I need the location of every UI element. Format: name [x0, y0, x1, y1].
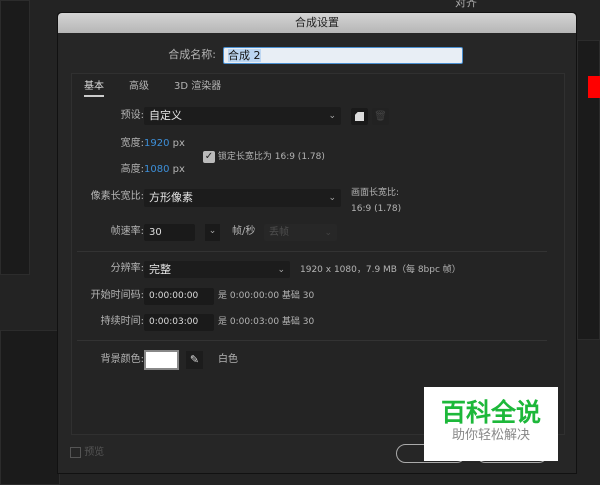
- comp-name-input[interactable]: 合成 2: [223, 47, 463, 64]
- bg-color-swatch[interactable]: [144, 350, 179, 370]
- save-preset-icon[interactable]: [351, 108, 368, 125]
- duration-label: 持续时间:: [100, 316, 144, 327]
- height-field[interactable]: 1080 px: [144, 163, 185, 177]
- resolution-label: 分辨率:: [110, 263, 144, 274]
- resolution-info: 1920 x 1080，7.9 MB（每 8bpc 帧）: [300, 265, 461, 275]
- comp-name-value: 合成 2: [228, 49, 261, 62]
- watermark-title: 百科全说: [440, 398, 541, 427]
- timeline-panel: [0, 330, 60, 485]
- frame-rate-dropdown[interactable]: ⌄: [205, 224, 220, 241]
- tab-3d-renderer[interactable]: 3D 渲染器: [174, 80, 221, 94]
- tab-basic[interactable]: 基本: [84, 80, 104, 97]
- drop-frame-value: 丢帧: [269, 227, 289, 238]
- resolution-select[interactable]: 完整 ⌄: [144, 261, 290, 278]
- height-unit: px: [172, 164, 185, 175]
- drop-frame-select: 丢帧 ⌄: [264, 224, 337, 241]
- tab-advanced[interactable]: 高级: [129, 80, 149, 94]
- frame-aspect-label: 画面长宽比:: [351, 188, 400, 198]
- chevron-down-icon: ⌄: [324, 228, 332, 238]
- preset-value: 自定义: [149, 109, 182, 122]
- pixel-aspect-select[interactable]: 方形像素 ⌄: [144, 189, 341, 207]
- delete-preset-icon[interactable]: 🗑: [372, 108, 389, 125]
- chevron-down-icon: ⌄: [328, 111, 336, 121]
- watermark: 百科全说 助你轻松解决: [424, 387, 558, 461]
- start-timecode-input[interactable]: 0:00:00:00: [144, 288, 214, 305]
- divider: [77, 340, 547, 341]
- bg-color-label: 背景颜色:: [100, 354, 144, 365]
- frame-rate-input[interactable]: 30: [144, 224, 195, 241]
- dialog-title: 合成设置: [58, 13, 576, 33]
- width-field[interactable]: 1920 px: [144, 137, 185, 151]
- comp-name-label: 合成名称:: [168, 48, 216, 61]
- settings-panel: 基本 高级 3D 渲染器 预设: 自定义 ⌄ 🗑 宽度: 1920 px 高度: …: [71, 73, 565, 435]
- watermark-subtitle: 助你轻松解决: [451, 428, 530, 443]
- bg-color-name: 白色: [218, 354, 238, 365]
- pixel-aspect-label: 像素长宽比:: [90, 191, 144, 202]
- divider: [77, 251, 547, 252]
- width-value[interactable]: 1920: [144, 138, 169, 149]
- start-timecode-info: 是 0:00:00:00 基础 30: [218, 291, 315, 301]
- lock-aspect-label: 锁定长宽比为 16:9 (1.78): [217, 152, 325, 162]
- resolution-value: 完整: [149, 263, 171, 276]
- chevron-down-icon: ⌄: [328, 193, 336, 203]
- pixel-aspect-value: 方形像素: [149, 191, 193, 204]
- checkbox-icon: [70, 446, 81, 458]
- duration-info: 是 0:00:03:00 基础 30: [218, 317, 315, 327]
- align-panel-title: 对齐: [455, 0, 477, 9]
- eyedropper-icon[interactable]: ✎: [186, 351, 203, 369]
- width-unit: px: [172, 138, 185, 149]
- preview-label: 预览: [84, 447, 105, 458]
- left-panel: [0, 0, 30, 275]
- lock-aspect-checkbox[interactable]: ✓ 锁定长宽比为 16:9 (1.78): [203, 150, 325, 164]
- preset-select[interactable]: 自定义 ⌄: [144, 107, 341, 125]
- duration-input[interactable]: 0:00:03:00: [144, 314, 214, 331]
- height-value[interactable]: 1080: [144, 164, 169, 175]
- color-swatch[interactable]: [588, 76, 600, 98]
- start-timecode-label: 开始时间码:: [90, 290, 144, 301]
- preset-label: 预设:: [120, 110, 144, 121]
- chevron-down-icon: ⌄: [277, 265, 285, 275]
- checkmark-icon: ✓: [203, 150, 215, 163]
- preview-checkbox[interactable]: 预览: [70, 446, 104, 460]
- frame-aspect-value: 16:9 (1.78): [351, 204, 402, 214]
- frame-rate-unit: 帧/秒: [232, 226, 256, 237]
- height-label: 高度:: [120, 164, 144, 175]
- frame-rate-label: 帧速率:: [110, 226, 144, 237]
- width-label: 宽度:: [120, 138, 144, 149]
